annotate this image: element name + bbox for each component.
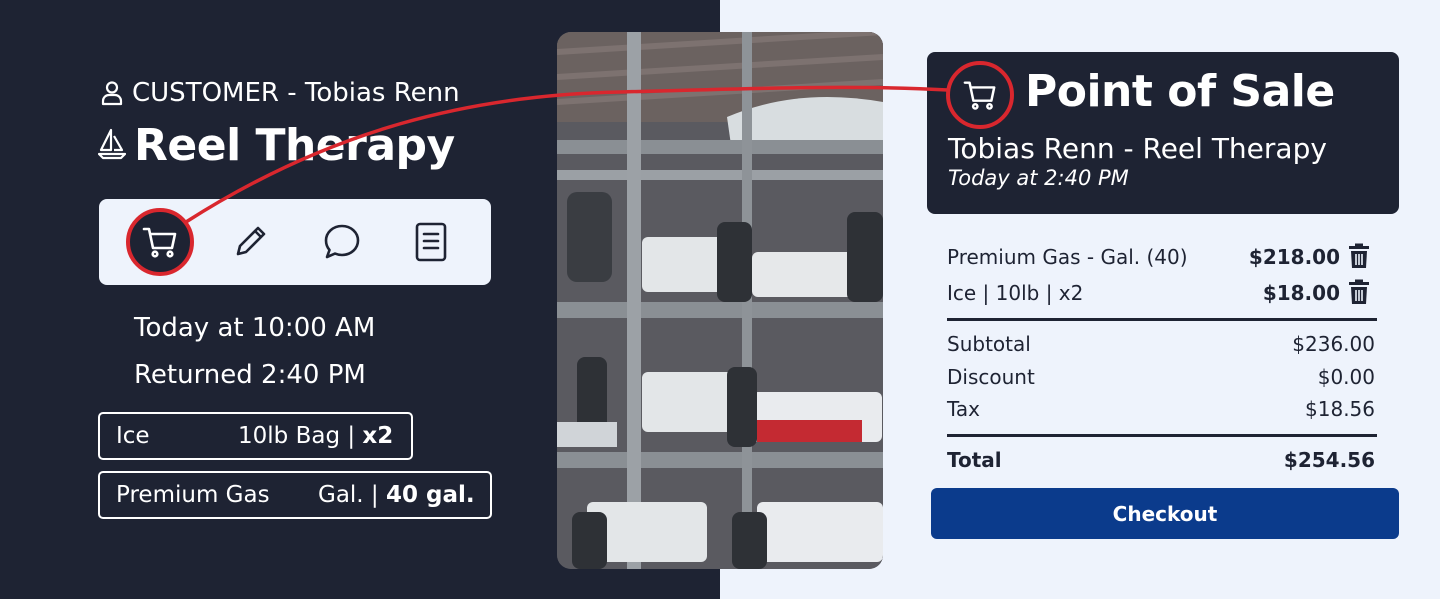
departure-time: Today at 10:00 AM <box>134 313 376 343</box>
request-quantity: Gal. | 40 gal. <box>318 482 475 508</box>
request-ice: Ice 10lb Bag | x2 <box>98 412 413 460</box>
edit-button[interactable] <box>216 208 284 276</box>
message-button[interactable] <box>308 208 376 276</box>
line-item: Premium Gas - Gal. (40) $218.00 <box>947 243 1377 273</box>
subtotal-value: $236.00 <box>1292 332 1375 356</box>
line-item-description: Premium Gas - Gal. (40) <box>947 245 1188 269</box>
pos-header: Point of Sale Tobias Renn - Reel Therapy… <box>927 52 1399 214</box>
line-item: Ice | 10lb | x2 $18.00 <box>947 279 1377 309</box>
pos-cart-badge <box>946 61 1014 129</box>
customer-header: CUSTOMER - Tobias Renn <box>100 78 460 108</box>
request-quantity: 10lb Bag | x2 <box>238 423 394 449</box>
trash-icon[interactable] <box>1347 243 1371 269</box>
cart-icon <box>142 227 177 258</box>
pencil-icon <box>236 226 266 256</box>
trash-icon[interactable] <box>1347 279 1371 305</box>
total-value: $254.56 <box>1283 448 1375 472</box>
divider <box>947 318 1377 321</box>
sailboat-icon <box>97 120 127 171</box>
boat-header: Reel Therapy <box>97 120 455 171</box>
person-icon <box>100 80 124 106</box>
customer-label: CUSTOMER - Tobias Renn <box>132 78 460 108</box>
request-name: Premium Gas <box>116 482 270 508</box>
line-item-amount: $218.00 <box>1248 245 1340 269</box>
divider <box>947 434 1377 437</box>
cart-button[interactable] <box>126 208 194 276</box>
chat-bubble-icon <box>324 224 360 259</box>
request-gas: Premium Gas Gal. | 40 gal. <box>98 471 492 519</box>
boat-storage-photo <box>557 32 883 569</box>
document-button[interactable] <box>397 208 465 276</box>
discount-value: $0.00 <box>1317 365 1375 389</box>
tax-row: Tax $18.56 <box>947 397 1375 421</box>
tax-value: $18.56 <box>1305 397 1375 421</box>
document-icon <box>415 222 447 262</box>
request-name: Ice <box>116 423 150 449</box>
boat-name: Reel Therapy <box>134 120 455 171</box>
pos-customer: Tobias Renn - Reel Therapy <box>948 132 1327 165</box>
action-toolbar <box>99 199 491 285</box>
subtotal-row: Subtotal $236.00 <box>947 332 1375 356</box>
cart-icon <box>963 81 996 110</box>
discount-row: Discount $0.00 <box>947 365 1375 389</box>
pos-timestamp: Today at 2:40 PM <box>948 166 1129 190</box>
checkout-button[interactable]: Checkout <box>931 488 1399 539</box>
return-time: Returned 2:40 PM <box>134 360 366 390</box>
line-item-description: Ice | 10lb | x2 <box>947 281 1084 305</box>
page-title: Point of Sale <box>1025 66 1335 117</box>
total-row: Total $254.56 <box>947 448 1375 472</box>
line-item-amount: $18.00 <box>1262 281 1340 305</box>
